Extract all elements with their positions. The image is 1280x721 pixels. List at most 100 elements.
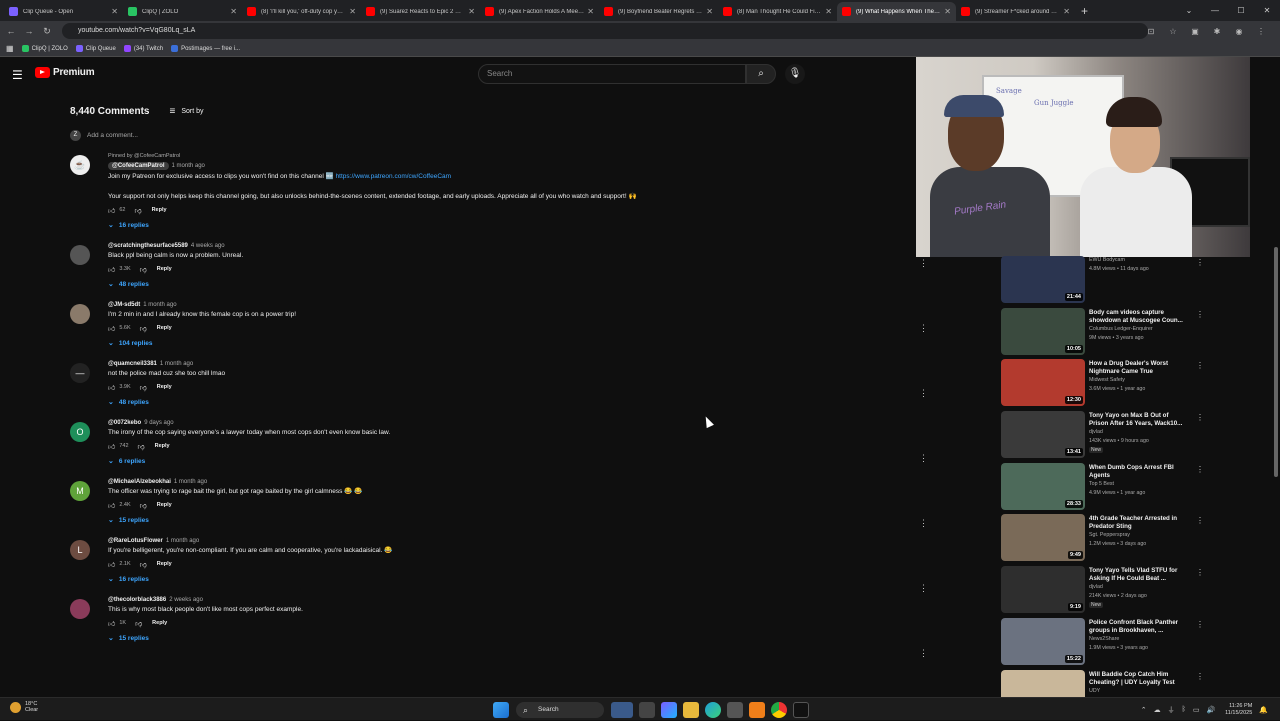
recommended-video[interactable]: 21:44EWU Bodycam4.8M views • 11 days ago… [1001, 256, 1201, 308]
like-icon[interactable]: 👍︎ [108, 206, 115, 215]
copilot-icon[interactable] [661, 702, 677, 718]
url-field[interactable]: youtube.com/watch?v=VqG80Lq_sLA [62, 23, 1148, 39]
comment-menu-icon[interactable]: ⋮ [919, 388, 928, 399]
channel-name[interactable]: Midwest Safety [1089, 377, 1125, 383]
dislike-icon[interactable]: 👎︎ [140, 265, 147, 274]
tab-close-icon[interactable]: ✕ [1063, 7, 1070, 16]
browser-tab[interactable]: (9) What Happens When The Fi...✕ [837, 2, 956, 21]
channel-name[interactable]: UDY [1089, 688, 1100, 694]
bookmark-item[interactable]: ClipQ | ZOLO [22, 45, 68, 52]
commenter-avatar[interactable]: — [70, 363, 90, 383]
weather-widget[interactable]: 18°C Clear [10, 701, 38, 713]
browser-tab[interactable]: (8) Man Thought He Could Figh...✕ [718, 2, 837, 21]
tab-close-icon[interactable]: ✕ [944, 7, 951, 16]
install-icon[interactable]: ⊡ [1140, 27, 1162, 36]
video-menu-icon[interactable]: ⋮ [1196, 465, 1204, 474]
comment-time[interactable]: 1 month ago [166, 538, 199, 544]
commenter-handle[interactable]: @MichaelAlzebeokhai [108, 479, 171, 485]
browser-menu-icon[interactable]: ⋮ [1250, 27, 1272, 36]
commenter-avatar[interactable] [70, 245, 90, 265]
bookmark-star-icon[interactable]: ☆ [1162, 27, 1184, 36]
commenter-handle[interactable]: @quamcneil3381 [108, 361, 157, 367]
comment-menu-icon[interactable]: ⋮ [919, 648, 928, 659]
view-replies-button[interactable]: ⌄16 replies [108, 221, 920, 229]
comment-link[interactable]: https://www.patreon.com/cw/CoffeeCam [336, 173, 451, 180]
comment-menu-icon[interactable]: ⋮ [919, 258, 928, 269]
dislike-icon[interactable]: 👎︎ [140, 560, 147, 569]
video-menu-icon[interactable]: ⋮ [1196, 310, 1204, 319]
video-title[interactable]: 4th Grade Teacher Arrested in Predator S… [1089, 515, 1189, 531]
comment-time[interactable]: 1 month ago [143, 302, 176, 308]
browser-tab[interactable]: (9) Apex Faction Holds A Meetin...✕ [480, 2, 599, 21]
bluetooth-icon[interactable]: ᛒ [1182, 706, 1186, 713]
like-icon[interactable]: 👍︎ [108, 442, 115, 451]
close-window-button[interactable]: ✕ [1254, 0, 1280, 21]
commenter-avatar[interactable]: M [70, 481, 90, 501]
like-icon[interactable]: 👍︎ [108, 560, 115, 569]
comment-time[interactable]: 4 weeks ago [191, 243, 225, 249]
video-title[interactable]: Tony Yayo on Max B Out of Prison After 1… [1089, 412, 1189, 428]
tray-chevron-icon[interactable]: ⌃ [1141, 706, 1147, 714]
video-thumbnail[interactable]: 9:49 [1001, 514, 1085, 561]
video-thumbnail[interactable]: 13:41 [1001, 411, 1085, 458]
channel-name[interactable]: EWU Bodycam [1089, 257, 1125, 263]
reload-icon[interactable]: ↻ [40, 26, 54, 37]
reply-button[interactable]: Reply [152, 620, 167, 626]
capcut-icon[interactable] [793, 702, 809, 718]
recommended-video[interactable]: 10:05Body cam videos capture showdown at… [1001, 308, 1201, 360]
like-icon[interactable]: 👍︎ [108, 324, 115, 333]
video-thumbnail[interactable]: 28:33 [1001, 463, 1085, 510]
commenter-avatar[interactable] [70, 599, 90, 619]
tab-close-icon[interactable]: ✕ [349, 7, 356, 16]
browser-tab[interactable]: (9) Streamer F*cked around and...✕ [956, 2, 1075, 21]
comment-menu-icon[interactable]: ⋮ [919, 518, 928, 529]
view-replies-button[interactable]: ⌄16 replies [108, 575, 920, 583]
channel-name[interactable]: Columbus Ledger-Enquirer [1089, 326, 1153, 332]
comment-menu-icon[interactable]: ⋮ [919, 323, 928, 334]
channel-name[interactable]: djvlad [1089, 584, 1103, 590]
channel-name[interactable]: Sgt. Pepperspray [1089, 532, 1130, 538]
usb-icon[interactable]: ⏚ [1168, 705, 1175, 715]
sort-by-button[interactable]: ≡ Sort by [169, 106, 203, 117]
commenter-handle[interactable]: @RareLotusFlower [108, 538, 163, 544]
video-thumbnail[interactable]: 10:05 [1001, 308, 1085, 355]
scrollbar-thumb[interactable] [1274, 247, 1278, 477]
bookmark-item[interactable]: (34) Twitch [124, 45, 163, 52]
task-view-icon[interactable] [639, 702, 655, 718]
bookmark-item[interactable]: Clip Queue [76, 45, 116, 52]
reply-button[interactable]: Reply [155, 443, 170, 449]
comment-time[interactable]: 1 month ago [172, 163, 205, 169]
reply-button[interactable]: Reply [157, 502, 172, 508]
tab-close-icon[interactable]: ✕ [230, 7, 237, 16]
tab-search-icon[interactable]: ⌄ [1176, 0, 1202, 21]
reply-button[interactable]: Reply [157, 325, 172, 331]
channel-name[interactable]: Top 5 Best [1089, 481, 1114, 487]
commenter-handle[interactable]: @CofeeCamPatrol [108, 162, 169, 170]
extensions-icon[interactable]: ✱ [1206, 27, 1228, 36]
video-thumbnail[interactable]: 9:19 [1001, 566, 1085, 613]
view-replies-button[interactable]: ⌄104 replies [108, 339, 920, 347]
dislike-icon[interactable]: 👎︎ [140, 501, 147, 510]
view-replies-button[interactable]: ⌄48 replies [108, 280, 920, 288]
file-explorer-icon[interactable] [683, 702, 699, 718]
dislike-icon[interactable]: 👎︎ [138, 442, 145, 451]
video-menu-icon[interactable]: ⋮ [1196, 413, 1204, 422]
recommended-video[interactable]: 9:494th Grade Teacher Arrested in Predat… [1001, 514, 1201, 566]
new-tab-button[interactable]: + [1081, 4, 1095, 18]
search-button[interactable]: ⌕ [746, 64, 776, 84]
comment-time[interactable]: 1 month ago [160, 361, 193, 367]
commenter-handle[interactable]: @JM-sd5dt [108, 302, 140, 308]
browser-tab[interactable]: Clip Queue - Open✕ [4, 2, 123, 21]
commenter-avatar[interactable]: O [70, 422, 90, 442]
view-replies-button[interactable]: ⌄48 replies [108, 398, 920, 406]
search-input[interactable]: Search [478, 64, 746, 84]
like-icon[interactable]: 👍︎ [108, 501, 115, 510]
hamburger-menu-icon[interactable]: ☰ [12, 68, 23, 82]
video-menu-icon[interactable]: ⋮ [1196, 361, 1204, 370]
like-icon[interactable]: 👍︎ [108, 265, 115, 274]
browser-tab[interactable]: ClipQ | ZOLO✕ [123, 2, 242, 21]
channel-name[interactable]: News2Share [1089, 636, 1119, 642]
windows-start-icon[interactable] [493, 702, 509, 718]
notification-icon[interactable]: 🔔 [1259, 706, 1268, 714]
video-menu-icon[interactable]: ⋮ [1196, 620, 1204, 629]
